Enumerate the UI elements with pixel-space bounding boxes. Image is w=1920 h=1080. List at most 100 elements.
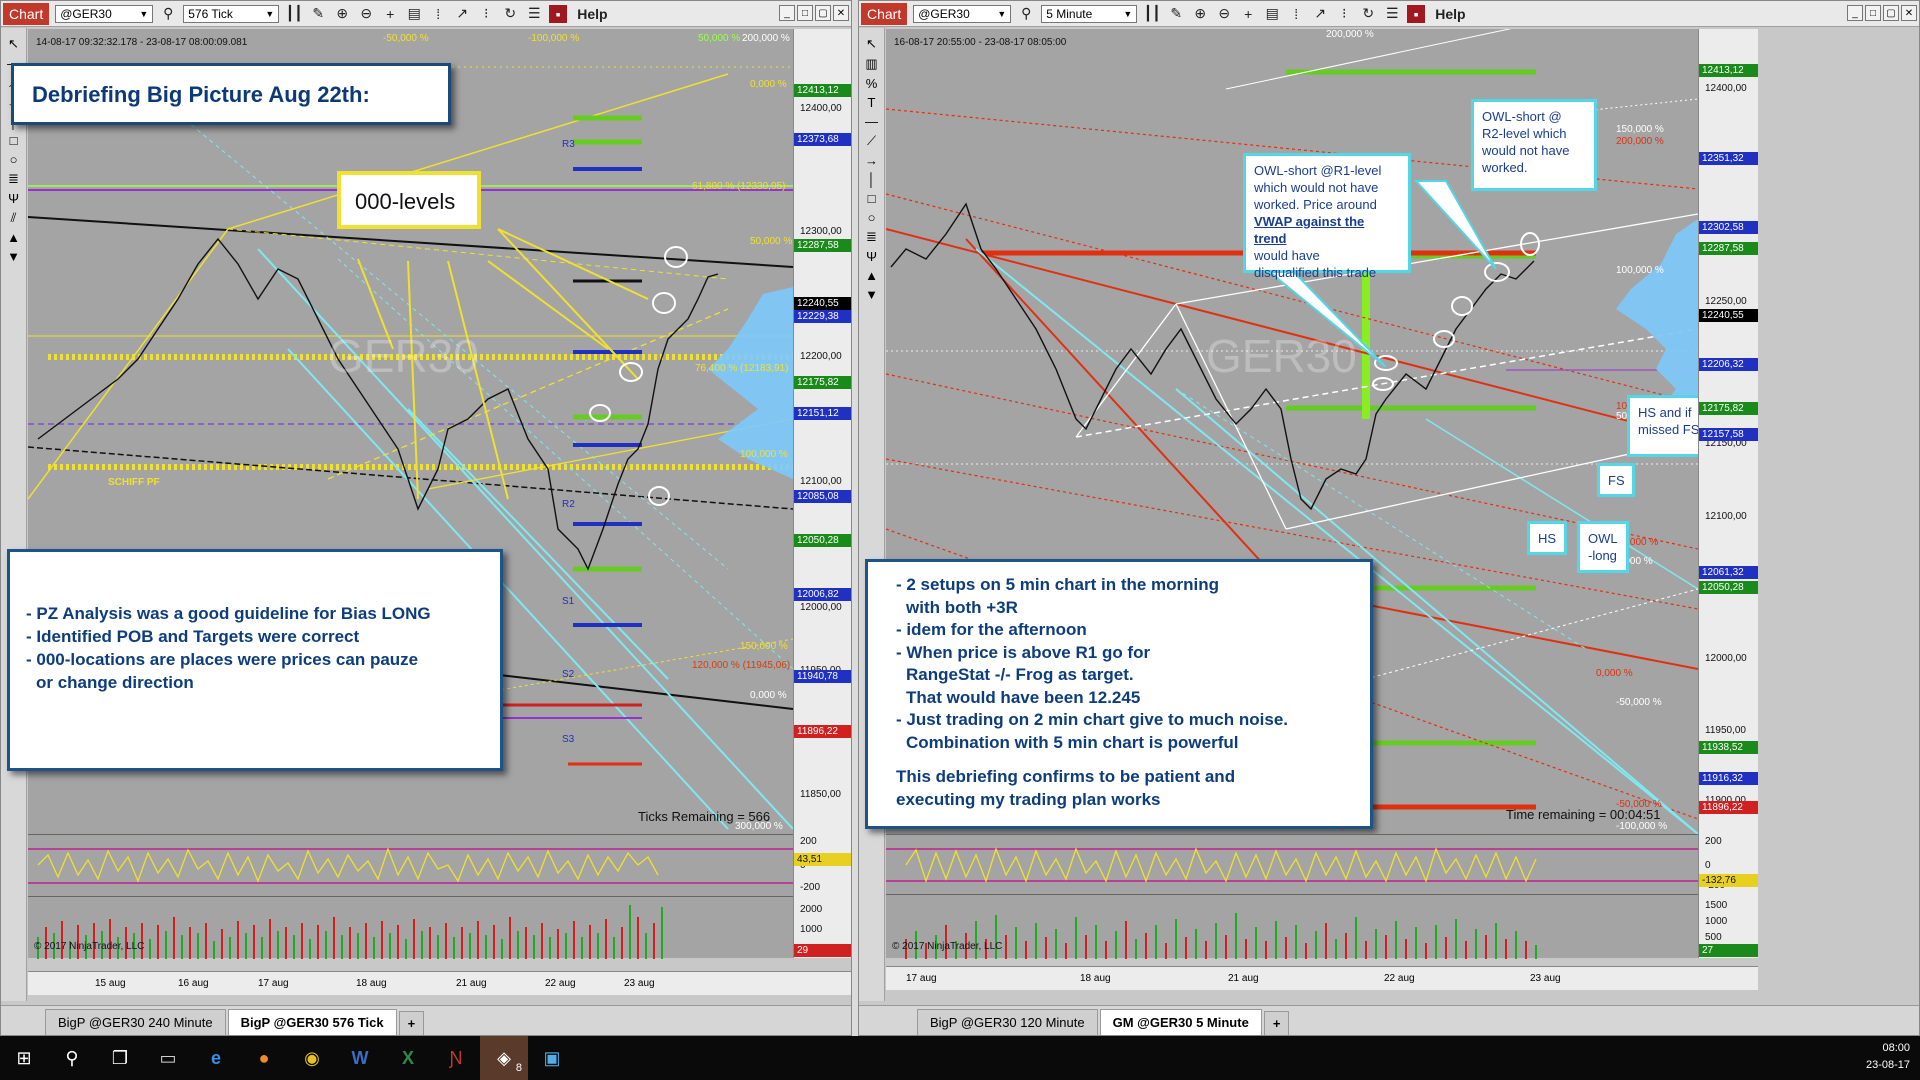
search-icon[interactable]: ⚲ bbox=[1017, 5, 1035, 23]
excel-icon[interactable]: X bbox=[384, 1036, 432, 1080]
strategies-icon[interactable]: ↗ bbox=[1311, 5, 1329, 23]
record-icon[interactable]: ▪ bbox=[1407, 4, 1426, 23]
template-icon[interactable]: ☰ bbox=[1383, 5, 1401, 23]
rect-icon[interactable]: □ bbox=[868, 191, 876, 206]
vline-icon[interactable]: │ bbox=[867, 172, 875, 187]
right-volume-panel[interactable]: © 2017 NinjaTrader, LLC bbox=[886, 894, 1698, 959]
chevron-down-icon: ▼ bbox=[1123, 8, 1133, 19]
add-tab-button[interactable]: + bbox=[398, 1011, 425, 1035]
indicators-icon[interactable]: ⁞ bbox=[429, 5, 447, 23]
restore-icon[interactable]: □ bbox=[1865, 5, 1881, 21]
fib-icon[interactable]: ≣ bbox=[8, 171, 19, 187]
indicators-icon[interactable]: ⁞ bbox=[1287, 5, 1305, 23]
record-icon[interactable]: ▪ bbox=[549, 4, 568, 23]
right-analysis-note: - 2 setups on 5 min chart in the morning… bbox=[865, 559, 1373, 829]
properties-icon[interactable]: ⁝ bbox=[477, 5, 495, 23]
pitchfork-icon[interactable]: Ψ bbox=[866, 249, 877, 264]
help-menu[interactable]: Help bbox=[577, 6, 607, 22]
firefox-icon[interactable]: ● bbox=[240, 1036, 288, 1080]
arrow-up-icon[interactable]: ▲ bbox=[7, 230, 20, 245]
reload-icon[interactable]: ↻ bbox=[1359, 5, 1377, 23]
crosshair-icon[interactable]: + bbox=[381, 5, 399, 23]
pitchfork-icon[interactable]: Ψ bbox=[8, 191, 19, 206]
maximize-icon[interactable]: ▢ bbox=[1883, 5, 1899, 21]
ninjatrader-icon[interactable]: Ɲ bbox=[432, 1036, 480, 1080]
ninjatrader-windows-icon[interactable]: ◈ 8 bbox=[480, 1036, 528, 1080]
interval-select[interactable]: 576 Tick ▼ bbox=[183, 4, 280, 23]
left-oscillator-panel[interactable] bbox=[28, 834, 793, 896]
chart-menu-button[interactable]: Chart bbox=[861, 2, 908, 25]
minimize-icon[interactable]: _ bbox=[1847, 5, 1863, 21]
close-icon[interactable]: ✕ bbox=[1901, 5, 1917, 21]
word-icon[interactable]: W bbox=[336, 1036, 384, 1080]
zoom-in-icon[interactable]: ⊕ bbox=[333, 5, 351, 23]
tab-gm-5-minute[interactable]: GM @GER30 5 Minute bbox=[1099, 1009, 1262, 1035]
volume-value: 29 bbox=[794, 944, 851, 957]
arrow-up-icon[interactable]: ▲ bbox=[865, 268, 878, 283]
select-icon[interactable]: ↖ bbox=[866, 36, 877, 52]
axis-tick: 200 bbox=[800, 836, 817, 847]
zoom-out-icon[interactable]: ⊖ bbox=[357, 5, 375, 23]
bar-type-icon[interactable]: ┃┃ bbox=[285, 5, 303, 23]
pivot-label-s1: S1 bbox=[562, 596, 575, 607]
windows-start-icon[interactable]: ⊞ bbox=[0, 1036, 48, 1080]
callout-line: OWL bbox=[1588, 531, 1618, 546]
zoom-out-icon[interactable]: ⊖ bbox=[1215, 5, 1233, 23]
chart-style-icon[interactable]: ▥ bbox=[865, 56, 877, 72]
pencil-icon[interactable]: ✎ bbox=[309, 5, 327, 23]
arrow-down-icon[interactable]: ▼ bbox=[865, 287, 878, 302]
search-icon[interactable]: ⚲ bbox=[159, 5, 177, 23]
ellipse-icon[interactable]: ○ bbox=[10, 152, 18, 167]
callout-line: disqualified this trade bbox=[1254, 265, 1377, 280]
percent-icon[interactable]: % bbox=[866, 76, 878, 91]
arrow-down-icon[interactable]: ▼ bbox=[7, 249, 20, 264]
chrome-icon[interactable]: ◉ bbox=[288, 1036, 336, 1080]
channel-icon[interactable]: ⫽ bbox=[11, 210, 17, 226]
instrument-select[interactable]: @GER30 ▼ bbox=[55, 4, 154, 23]
chart-menu-button[interactable]: Chart bbox=[3, 2, 50, 25]
arrow-icon[interactable]: → bbox=[865, 153, 878, 168]
select-icon[interactable]: ↖ bbox=[8, 36, 19, 52]
maximize-icon[interactable]: ▢ bbox=[815, 5, 831, 21]
note-line: - Identified POB and Targets were correc… bbox=[26, 627, 360, 646]
reload-icon[interactable]: ↻ bbox=[501, 5, 519, 23]
copyright-label: © 2017 NinjaTrader, LLC bbox=[892, 941, 1003, 952]
left-volume-panel[interactable]: © 2017 NinjaTrader, LLC bbox=[28, 896, 793, 959]
instrument-select[interactable]: @GER30 ▼ bbox=[913, 4, 1012, 23]
minimize-icon[interactable]: _ bbox=[779, 5, 795, 21]
search-icon[interactable]: ⚲ bbox=[48, 1036, 96, 1080]
explorer-icon[interactable]: ▭ bbox=[144, 1036, 192, 1080]
ray-icon[interactable]: ⟋ bbox=[867, 133, 876, 149]
text-icon[interactable]: T bbox=[868, 95, 876, 110]
left-toolbar: Chart @GER30 ▼ ⚲ 576 Tick ▼ ┃┃ ✎ ⊕ ⊖ + ▤ ⁞… bbox=[1, 1, 851, 27]
right-oscillator-panel[interactable] bbox=[886, 834, 1698, 894]
template-icon[interactable]: ☰ bbox=[525, 5, 543, 23]
crosshair-icon[interactable]: + bbox=[1239, 5, 1257, 23]
close-icon[interactable]: ✕ bbox=[833, 5, 849, 21]
properties-icon[interactable]: ⁝ bbox=[1335, 5, 1353, 23]
owl-short-r2-callout: OWL-short @ R2-level which would not hav… bbox=[1471, 99, 1597, 191]
data-box-icon[interactable]: ▤ bbox=[405, 5, 423, 23]
pencil-icon[interactable]: ✎ bbox=[1167, 5, 1185, 23]
help-menu[interactable]: Help bbox=[1435, 6, 1465, 22]
twitter-icon[interactable]: ▣ bbox=[528, 1036, 576, 1080]
add-tab-button[interactable]: + bbox=[1263, 1011, 1290, 1035]
tab-bigp-120-minute[interactable]: BigP @GER30 120 Minute bbox=[917, 1009, 1098, 1035]
system-tray-clock[interactable]: 08:00 23-08-17 bbox=[1866, 1040, 1910, 1074]
restore-icon[interactable]: □ bbox=[797, 5, 813, 21]
callout-link[interactable]: VWAP against the trend bbox=[1254, 213, 1400, 247]
bar-type-icon[interactable]: ┃┃ bbox=[1143, 5, 1161, 23]
hline-icon[interactable]: — bbox=[865, 114, 878, 129]
edge-icon[interactable]: e bbox=[192, 1036, 240, 1080]
data-box-icon[interactable]: ▤ bbox=[1263, 5, 1281, 23]
rect-icon[interactable]: □ bbox=[10, 133, 18, 148]
price-label: 12240,55 bbox=[794, 297, 851, 310]
task-view-icon[interactable]: ❐ bbox=[96, 1036, 144, 1080]
strategies-icon[interactable]: ↗ bbox=[453, 5, 471, 23]
tab-bigp-240-minute[interactable]: BigP @GER30 240 Minute bbox=[45, 1009, 226, 1035]
interval-select[interactable]: 5 Minute ▼ bbox=[1041, 4, 1138, 23]
zoom-in-icon[interactable]: ⊕ bbox=[1191, 5, 1209, 23]
ellipse-icon[interactable]: ○ bbox=[868, 210, 876, 225]
fib-icon[interactable]: ≣ bbox=[866, 229, 877, 245]
tab-bigp-576-tick[interactable]: BigP @GER30 576 Tick bbox=[227, 1009, 397, 1035]
